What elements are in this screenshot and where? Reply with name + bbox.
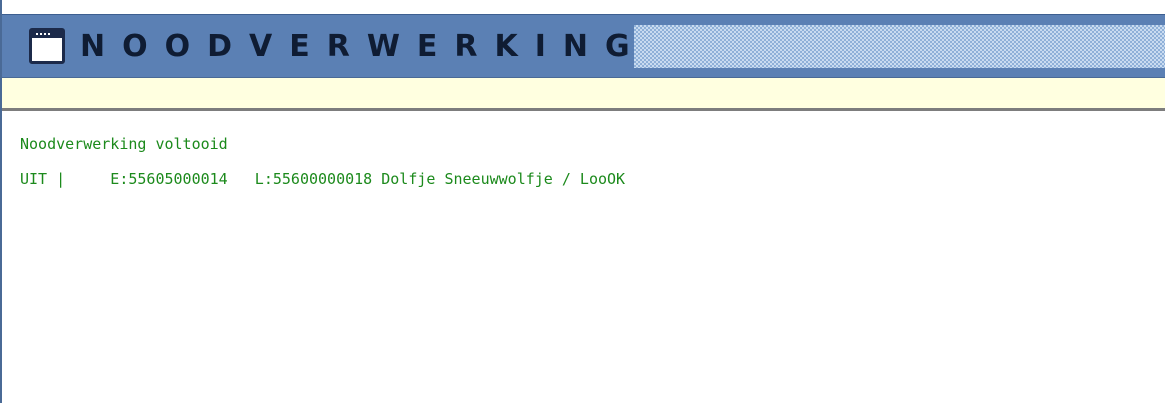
console-line-status: Noodverwerking voltooid bbox=[20, 135, 228, 153]
window-icon bbox=[29, 28, 65, 64]
title-bar-pattern bbox=[634, 25, 1165, 68]
console-line-record: UIT | E:55605000014 L:55600000018 Dolfje… bbox=[20, 170, 626, 188]
window-title: NOODVERWERKING bbox=[80, 29, 647, 64]
info-bar bbox=[2, 78, 1165, 111]
app-window: NOODVERWERKING Noodverwerking voltooid U… bbox=[0, 0, 1165, 403]
title-bar: NOODVERWERKING bbox=[2, 14, 1165, 78]
console-output: Noodverwerking voltooid UIT | E:55605000… bbox=[2, 111, 1165, 403]
